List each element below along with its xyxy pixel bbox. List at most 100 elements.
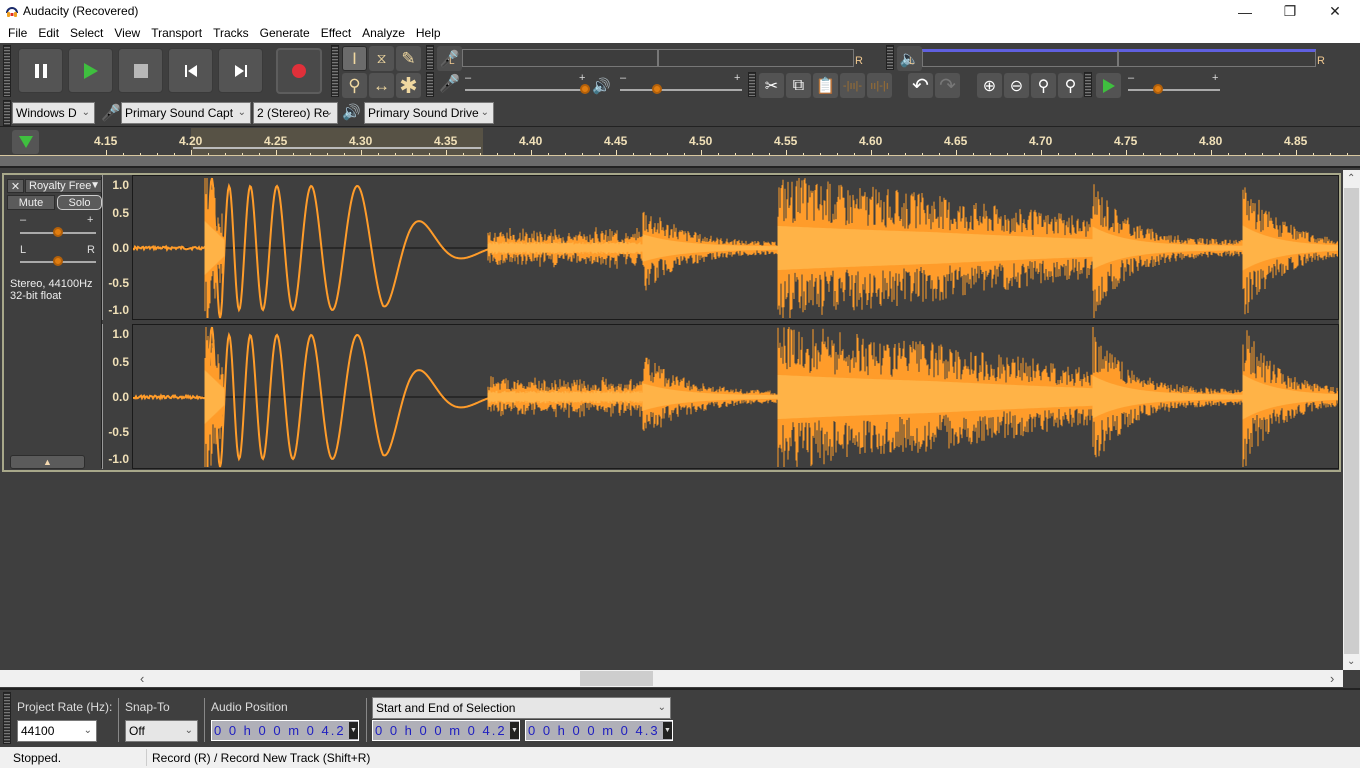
envelope-tool-button[interactable]: ⧖ xyxy=(369,46,394,71)
host-value: Windows D xyxy=(16,106,77,120)
record-button[interactable] xyxy=(276,48,322,94)
menu-edit[interactable]: Edit xyxy=(32,26,64,40)
divider xyxy=(366,698,367,742)
playback-volume-knob[interactable] xyxy=(651,84,662,94)
horizontal-scroll-thumb[interactable] xyxy=(580,671,653,686)
record-meter-grip[interactable] xyxy=(426,45,434,70)
restore-button[interactable]: ❐ xyxy=(1267,0,1313,23)
play-speed-slider[interactable] xyxy=(1128,89,1220,91)
selection-toolbar-grip[interactable] xyxy=(3,692,11,744)
menu-tracks[interactable]: Tracks xyxy=(207,26,254,40)
microphone-icon: 🎤 xyxy=(101,105,121,122)
amplitude-ruler-right[interactable]: 1.0 0.5 0.0 -0.5 -1.0 xyxy=(102,324,132,469)
close-track-button[interactable]: ✕ xyxy=(7,179,24,193)
playback-meter-left-label: L xyxy=(909,56,915,67)
zoom-in-button[interactable]: ⊕ xyxy=(977,73,1002,98)
device-toolbar-grip[interactable] xyxy=(3,100,11,126)
scroll-left-icon[interactable]: ‹ xyxy=(140,671,144,686)
menu-analyze[interactable]: Analyze xyxy=(356,26,410,40)
snap-to-label: Snap-To xyxy=(125,700,170,714)
selection-mode-select[interactable]: Start and End of Selection ⌄ xyxy=(372,697,671,719)
playback-meter-right[interactable] xyxy=(1118,49,1316,67)
snap-to-select[interactable]: Off ⌄ xyxy=(125,720,198,742)
audio-position-field[interactable]: 0 0 h 0 0 m 0 4.2 0 2 s xyxy=(211,720,359,741)
input-device-select[interactable]: Primary Sound Capt ⌄ xyxy=(121,102,251,124)
menu-effect[interactable]: Effect xyxy=(315,26,356,40)
draw-tool-button[interactable]: ✎ xyxy=(396,46,421,71)
play-at-speed-button[interactable] xyxy=(1096,73,1121,98)
host-select[interactable]: Windows D ⌄ xyxy=(12,102,95,124)
close-button[interactable]: ✕ xyxy=(1312,0,1358,23)
vertical-scroll-thumb[interactable] xyxy=(1344,188,1359,654)
zoom-tool-button[interactable]: ⚲ xyxy=(342,73,367,98)
ruler-tick-label: 4.20 xyxy=(179,134,203,148)
timeline-scrub-bar[interactable] xyxy=(0,156,1360,168)
skip-to-end-button[interactable] xyxy=(218,48,263,93)
record-volume-knob[interactable] xyxy=(580,84,590,94)
ruler-minor-tick xyxy=(1160,153,1161,155)
menu-select[interactable]: Select xyxy=(64,26,108,40)
audio-position-format-menu[interactable]: ▼ xyxy=(349,722,358,739)
scroll-down-icon[interactable]: ⌄ xyxy=(1347,656,1355,667)
selection-start-field[interactable]: 0 0 h 0 0 m 0 4.2 0 2 s xyxy=(372,720,520,741)
copy-button[interactable]: ⧉ xyxy=(786,73,811,98)
selection-tool-button[interactable]: I xyxy=(342,46,367,71)
tools-toolbar-grip[interactable] xyxy=(331,45,339,97)
playback-meter-grip[interactable] xyxy=(886,45,894,70)
menu-generate[interactable]: Generate xyxy=(254,26,315,40)
playback-volume-slider[interactable] xyxy=(620,89,742,91)
zoom-out-button[interactable]: ⊖ xyxy=(1004,73,1029,98)
transport-toolbar-grip[interactable] xyxy=(3,45,11,97)
scroll-up-icon[interactable]: ⌃ xyxy=(1347,173,1355,184)
undo-button[interactable]: ↶ xyxy=(908,73,933,98)
amplitude-ruler-left[interactable]: 1.0 0.5 0.0 -0.5 -1.0 xyxy=(102,175,132,320)
play-speed-knob[interactable] xyxy=(1153,84,1164,94)
project-rate-select[interactable]: 44100 ⌄ xyxy=(17,720,97,742)
record-meter-left[interactable] xyxy=(462,49,658,67)
multi-tool-button[interactable]: ✱ xyxy=(396,73,421,98)
play-button[interactable] xyxy=(68,48,113,93)
menu-help[interactable]: Help xyxy=(410,26,446,40)
restore-icon: ❐ xyxy=(1283,3,1297,19)
menu-file[interactable]: File xyxy=(2,26,32,40)
minimize-button[interactable]: — xyxy=(1222,0,1268,23)
vertical-scrollbar[interactable]: ⌃ ⌄ xyxy=(1343,170,1360,670)
time-shift-tool-button[interactable]: ↔ xyxy=(369,73,394,98)
play-at-speed-grip[interactable] xyxy=(1084,72,1092,97)
edit-toolbar-grip[interactable] xyxy=(748,72,756,97)
output-device-select[interactable]: Primary Sound Drive ⌄ xyxy=(364,102,494,124)
selection-start-format-menu[interactable]: ▼ xyxy=(510,722,519,739)
waveform-channel-left[interactable] xyxy=(132,175,1339,320)
channels-select[interactable]: 2 (Stereo) Re ⌄ xyxy=(253,102,338,124)
selection-end-format-menu[interactable]: ▼ xyxy=(663,722,672,739)
redo-button[interactable]: ↷ xyxy=(935,73,960,98)
scroll-right-icon[interactable]: › xyxy=(1330,671,1334,686)
ruler-tick-mark xyxy=(1126,150,1127,155)
gain-knob[interactable] xyxy=(53,227,63,237)
trim-button[interactable]: -|ıı|- xyxy=(840,73,865,98)
paste-button[interactable]: 📋 xyxy=(813,73,838,98)
cut-button[interactable]: ✂ xyxy=(759,73,784,98)
solo-button[interactable]: Solo xyxy=(57,195,102,210)
record-volume-slider[interactable] xyxy=(465,89,585,91)
horizontal-scrollbar[interactable]: ‹ › xyxy=(0,670,1343,687)
timeline-options-button[interactable] xyxy=(12,130,39,154)
pause-button[interactable] xyxy=(18,48,63,93)
track-menu-button[interactable]: Royalty Free ▼ xyxy=(25,179,102,193)
pan-knob[interactable] xyxy=(53,256,63,266)
mixer-toolbar-grip[interactable] xyxy=(426,72,434,97)
silence-button[interactable]: ıı|-|ı xyxy=(867,73,892,98)
timeline-ruler[interactable]: 4.15 4.20 4.25 4.30 4.35 4.40 4.45 4.50 4.55 4.60… xyxy=(0,128,1360,156)
mute-button[interactable]: Mute xyxy=(7,195,55,210)
menu-transport[interactable]: Transport xyxy=(145,26,207,40)
skip-to-start-button[interactable] xyxy=(168,48,213,93)
playback-meter-left[interactable] xyxy=(922,49,1118,67)
menu-view[interactable]: View xyxy=(108,26,145,40)
collapse-track-button[interactable]: ▲ xyxy=(10,455,85,469)
stop-button[interactable] xyxy=(118,48,163,93)
fit-selection-button[interactable]: ⚲ xyxy=(1031,73,1056,98)
selection-end-field[interactable]: 0 0 h 0 0 m 0 4.3 7 4 s xyxy=(525,720,673,741)
record-meter-right[interactable] xyxy=(658,49,854,67)
waveform-channel-right[interactable] xyxy=(132,324,1339,469)
fit-project-button[interactable]: ⚲ xyxy=(1058,73,1083,98)
